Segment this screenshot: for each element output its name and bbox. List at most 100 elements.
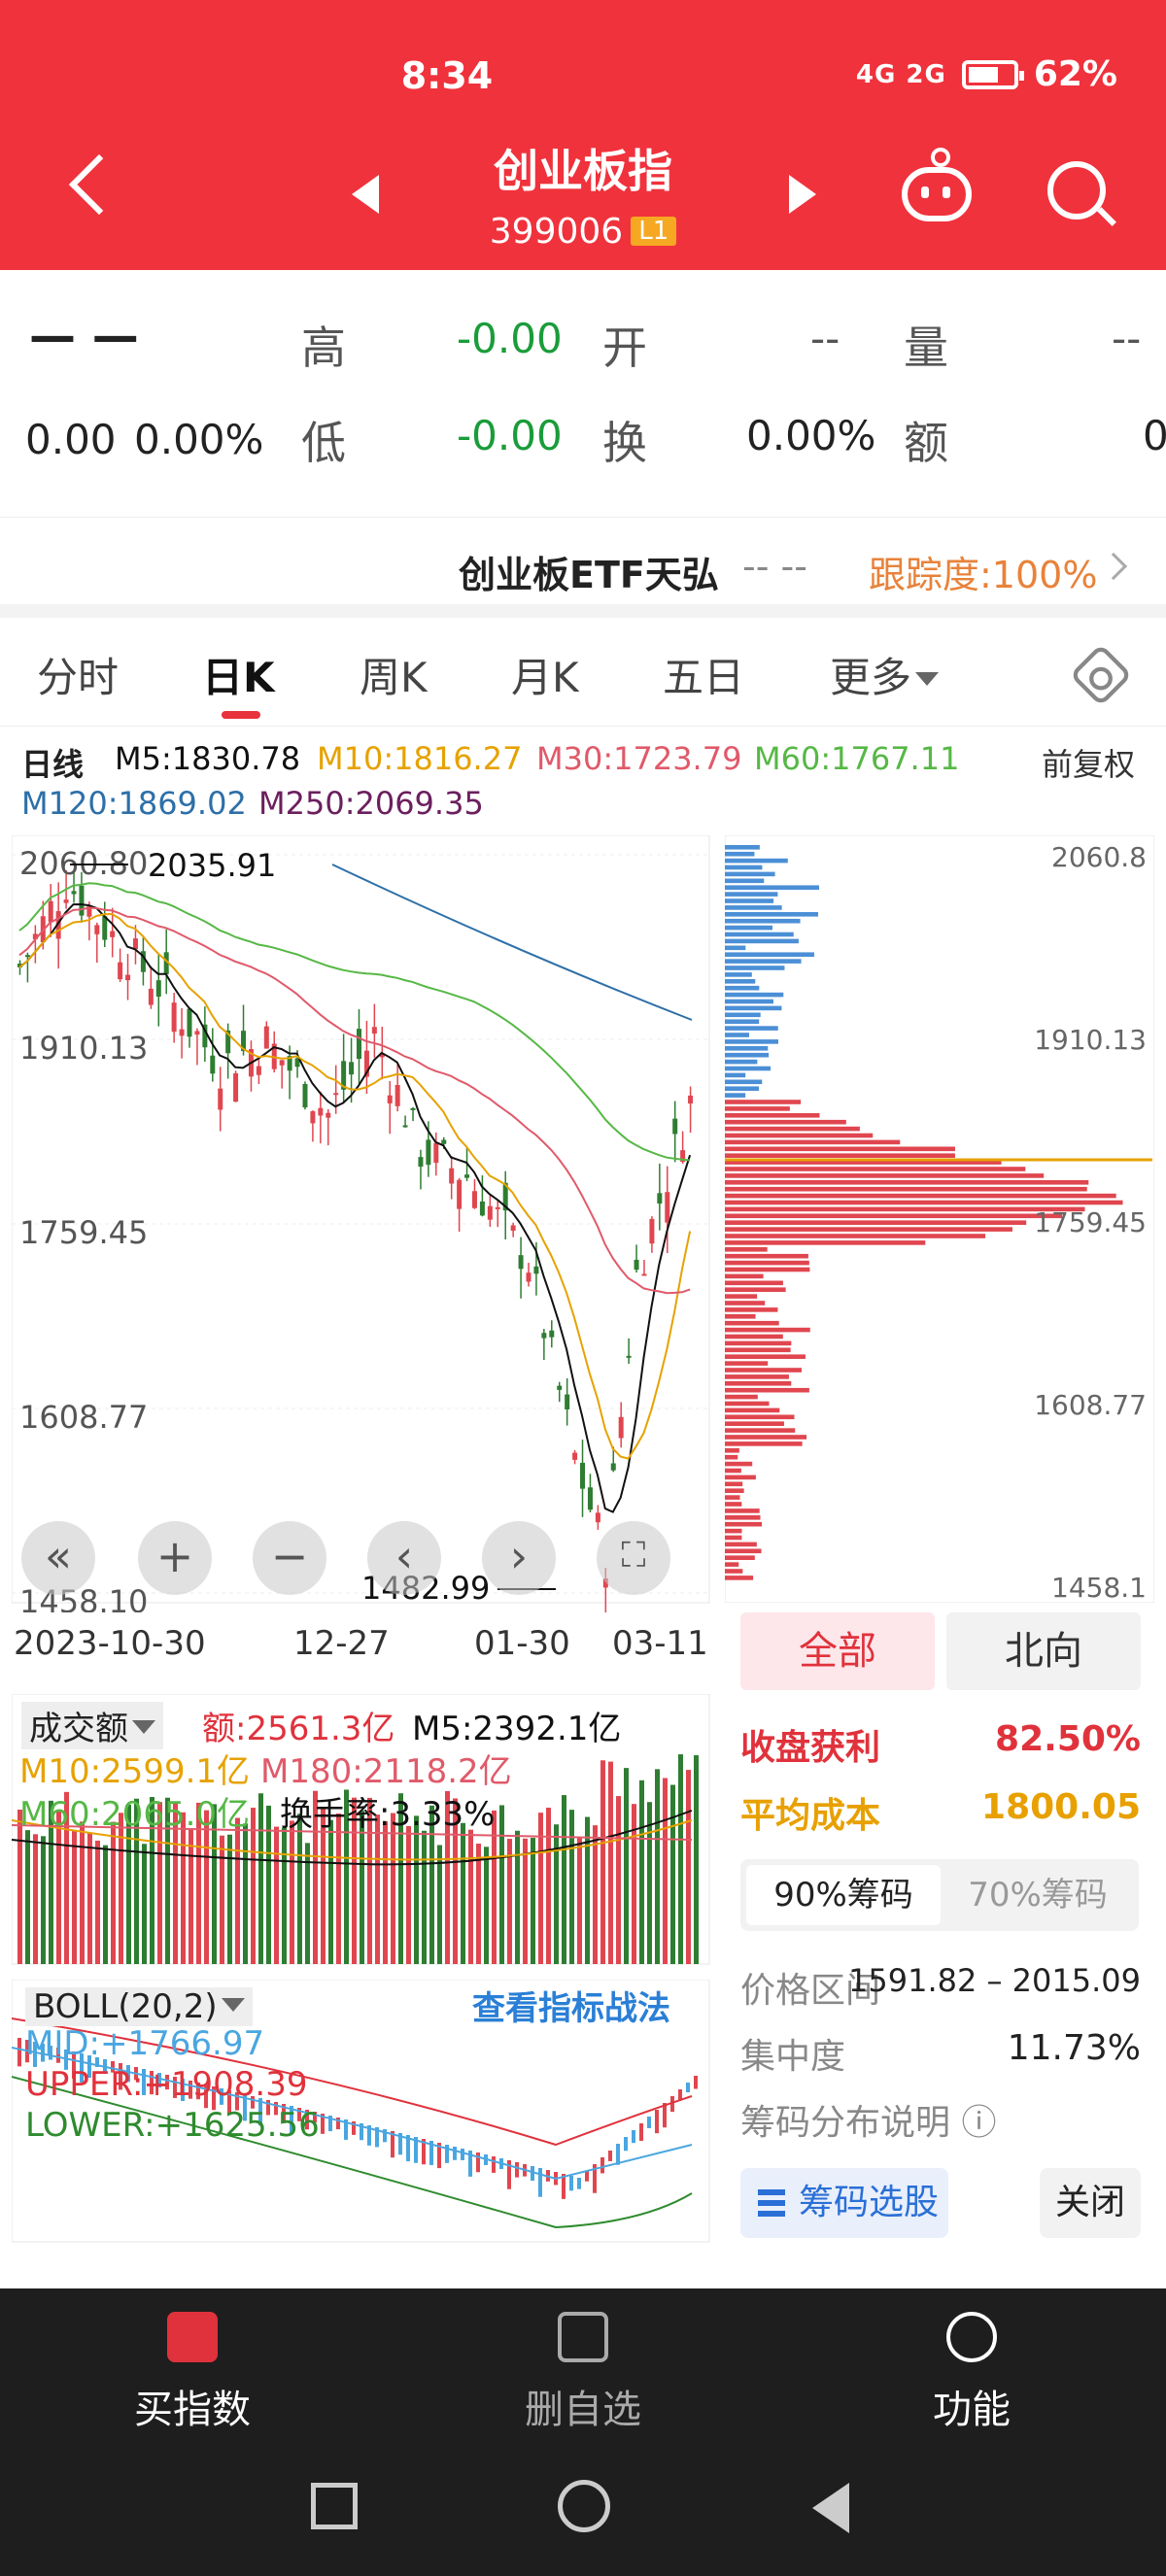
chip-bar [725,1307,778,1312]
candle-body [118,962,123,980]
chip-bar [725,1106,790,1111]
chip-bar [725,1005,782,1011]
boll-candle [632,2130,635,2144]
volume-bar [80,1821,85,1964]
candle-body [618,1416,624,1439]
system-back-icon[interactable] [812,2483,849,2533]
tab-weekly-k[interactable]: 周K [360,645,428,704]
chip-bar [725,1167,1026,1171]
chip-bar [725,1347,791,1353]
status-icons: 4G 2G 62% [856,54,1117,94]
volume-bar [258,1793,263,1964]
chip-bar [725,1059,758,1065]
concentration-label: 集中度 [740,2037,846,2077]
pan-right-icon[interactable]: › [482,1521,556,1595]
zoom-out-icon[interactable]: − [253,1521,326,1595]
chip-bar [725,1287,786,1292]
boll-candle [492,2156,496,2173]
chip-bar [725,1119,846,1125]
chip-price-label: 2060.8 [1051,841,1147,873]
tab-daily-k[interactable]: 日K [202,645,275,704]
candle-body [349,1062,355,1075]
ma30-label: M30:1723.79 [536,740,742,777]
chip-stock-picker-button[interactable]: 筹码选股 [740,2168,948,2238]
tab-monthly-k[interactable]: 月K [511,645,579,704]
candle-body [587,1487,593,1510]
chip-bar [725,992,784,998]
chip-price-label: 1458.1 [1051,1572,1147,1603]
amount-label: 额 [904,417,948,469]
indicator-strategy-link[interactable]: 查看指标战法 [472,1982,670,2029]
chip-bar [725,1562,739,1567]
chip-bar [725,1213,1063,1219]
price-adjust-toggle[interactable]: 前复权 [1042,740,1135,785]
candle-body [487,1205,493,1220]
boll-candle [585,2171,589,2182]
change-value: 0.00 [25,416,117,463]
tab-chip-70[interactable]: 70%筹码 [941,1865,1135,1925]
home-icon[interactable] [558,2480,610,2532]
tab-more[interactable]: 更多 [830,645,940,704]
robot-icon[interactable] [902,148,972,221]
chip-bar [725,1555,755,1560]
price-axis-label: 1608.77 [19,1399,148,1436]
volume-m60: M60:2065.0亿 [19,1795,251,1834]
volume-bar [243,1823,248,1964]
candle-body [326,1112,331,1118]
boll-candle [577,2178,581,2189]
date-label: 01-30 [474,1624,570,1663]
volume-bar [632,1804,636,1964]
turnover-rate: 换手率:3.33% [280,1795,496,1834]
chip-bar [725,1240,926,1245]
seg-northbound[interactable]: 北向 [946,1612,1141,1690]
chip-bar [725,1019,760,1024]
candle-body [526,1272,532,1282]
chip-bar [725,1481,743,1487]
chip-bar [725,985,760,991]
chip-bar [725,851,755,857]
boll-candle [538,2168,542,2197]
volume-indicator-select[interactable]: 成交额 [21,1702,163,1749]
candle-body [218,1088,223,1110]
search-icon[interactable] [1047,161,1106,220]
chip-bar [725,918,801,924]
tab-intraday[interactable]: 分时 [37,645,119,704]
chip-bar [725,1407,780,1413]
fullscreen-icon[interactable]: ⛶ [597,1521,670,1595]
chip-bar [725,1361,769,1366]
volume-bar [297,1813,302,1964]
candle-body [418,1157,424,1168]
boll-candle [694,2076,698,2089]
candle-body [102,916,108,940]
chip-bar [725,932,794,937]
functions-button[interactable]: 功能 [874,2312,1069,2434]
boll-mid: MID:+1766.97 [25,2024,265,2063]
zoom-in-icon[interactable]: + [138,1521,212,1595]
chip-bar [725,1247,768,1252]
remove-watchlist-button[interactable]: 删自选 [486,2312,680,2434]
close-button[interactable]: 关闭 [1040,2168,1141,2238]
related-etf-row[interactable]: 创业板ETF天弘 -- -- 跟踪度:100% [0,517,1166,618]
concentration-value: 11.73% [1007,2028,1141,2068]
buy-index-button[interactable]: 买指数 [95,2312,290,2434]
caret-down-icon [221,1998,245,2012]
pan-left-icon[interactable]: ‹ [367,1521,441,1595]
recents-icon[interactable] [311,2483,358,2529]
chip-bar [725,1334,783,1339]
kline-chart[interactable]: 2060.801910.131759.451608.771458.102035.… [12,835,711,1612]
scroll-left-icon[interactable]: « [21,1521,95,1595]
etf-name: 创业板ETF天弘 [459,554,719,596]
chip-bar [725,1126,860,1132]
seg-all[interactable]: 全部 [740,1612,935,1690]
tab-five-day[interactable]: 五日 [663,645,744,704]
chip-bar [725,858,788,864]
boll-indicator-select[interactable]: BOLL(20,2) [25,1987,253,2026]
chip-help-link[interactable]: 筹码分布说明 ⓘ [740,2094,996,2145]
candle-body [132,938,138,950]
chip-bar [725,892,778,897]
tab-chip-90[interactable]: 90%筹码 [746,1865,941,1925]
high-value: -0.00 [457,315,563,362]
candle-body [479,1201,485,1216]
chip-bar [725,1515,761,1520]
volume-bar [220,1835,224,1964]
